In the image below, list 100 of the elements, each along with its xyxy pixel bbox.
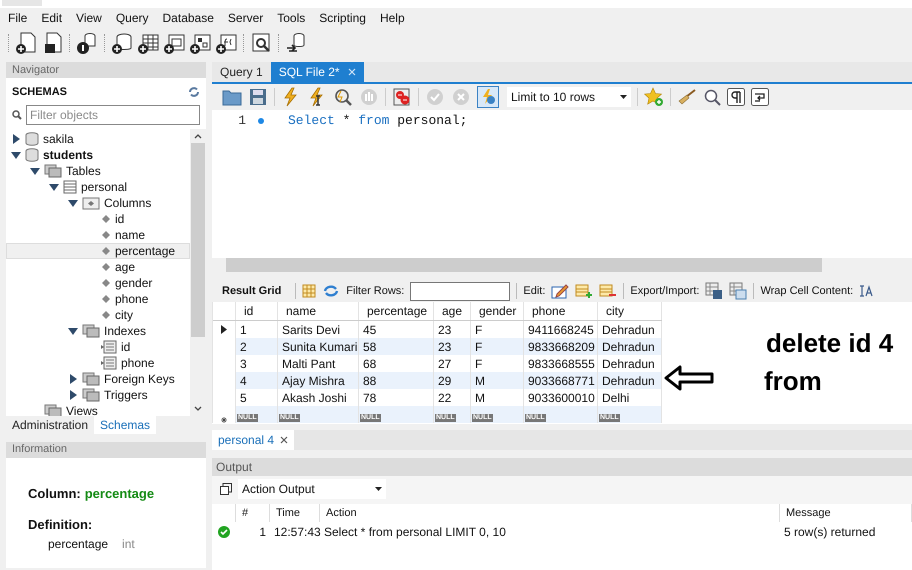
field-label: Edit:: [523, 284, 546, 299]
code-line[interactable]: Select * from personal;: [288, 111, 468, 131]
section-title: SCHEMAS: [12, 85, 68, 100]
table-cell-text: 12:57:43: [273, 524, 320, 541]
refresh-icon[interactable]: [322, 284, 340, 298]
menu-item[interactable]: Query: [108, 9, 156, 27]
tree-item[interactable]: phone: [115, 290, 148, 308]
tree-item[interactable]: Indexes: [104, 322, 146, 340]
function-icon[interactable]: [215, 32, 237, 54]
menu-item[interactable]: File: [1, 9, 34, 27]
info-icon[interactable]: [76, 32, 98, 54]
tree-item[interactable]: percentage: [115, 242, 176, 260]
tree-item[interactable]: phone: [121, 354, 154, 372]
collapse-icon[interactable]: [30, 166, 40, 176]
expand-icon[interactable]: [68, 390, 78, 400]
window-strip: [2, 0, 42, 6]
save-icon[interactable]: [248, 87, 268, 107]
column-header[interactable]: #: [236, 504, 270, 522]
index-icon: [101, 340, 117, 354]
tree-item[interactable]: gender: [115, 274, 152, 292]
edit-icon[interactable]: [551, 283, 570, 299]
output-type-dropdown[interactable]: Action Output: [238, 479, 386, 499]
column-header[interactable]: Action: [320, 504, 780, 522]
limit-dropdown[interactable]: Limit to 10 rows: [507, 87, 631, 107]
editor-tab[interactable]: Query 1: [212, 62, 271, 82]
result-tab[interactable]: personal 4: [212, 430, 294, 450]
expand-icon[interactable]: [11, 134, 21, 144]
tree-item[interactable]: age: [115, 258, 136, 276]
tree-item[interactable]: Triggers: [104, 386, 148, 404]
menu-item[interactable]: Tools: [270, 9, 312, 27]
star-add-icon[interactable]: [644, 87, 664, 107]
collapse-icon[interactable]: [49, 182, 59, 192]
column-header[interactable]: phone: [524, 302, 598, 320]
wrap-icon[interactable]: [751, 88, 769, 106]
tree-item[interactable]: name: [115, 226, 146, 244]
table-icon[interactable]: [137, 32, 159, 54]
column-header[interactable]: age: [434, 302, 471, 320]
search-icon: [12, 110, 22, 120]
grid-icon[interactable]: [302, 284, 316, 298]
filter-field[interactable]: [410, 282, 510, 300]
copy-icon[interactable]: [220, 483, 232, 495]
export-icon[interactable]: [705, 282, 724, 300]
panel-tab[interactable]: Schemas: [94, 416, 156, 434]
view-tab[interactable]: Result Grid: [214, 282, 290, 300]
tree-item[interactable]: sakila: [43, 130, 74, 148]
broom-icon[interactable]: [677, 87, 697, 107]
toggle-output-icon[interactable]: [392, 87, 412, 107]
column-header[interactable]: Message: [780, 504, 912, 522]
database-icon[interactable]: [111, 32, 133, 54]
menu-item[interactable]: Server: [220, 9, 270, 27]
migration-icon[interactable]: [285, 32, 307, 54]
autocommit-icon[interactable]: [477, 86, 499, 108]
tree-item[interactable]: Columns: [104, 194, 152, 212]
column-header[interactable]: Time: [270, 504, 320, 522]
caret-icon: [620, 95, 627, 99]
tree-item[interactable]: Views: [66, 402, 98, 416]
procedure-icon[interactable]: [189, 32, 211, 54]
inspector-icon[interactable]: [250, 32, 272, 54]
tree-item[interactable]: Tables: [66, 162, 101, 180]
tree-item[interactable]: personal: [81, 178, 128, 196]
paragraph-icon[interactable]: [727, 88, 745, 106]
tree-item[interactable]: students: [43, 146, 94, 164]
explain-icon[interactable]: [333, 87, 353, 107]
column-header[interactable]: percentage: [359, 302, 434, 320]
tree-item[interactable]: id: [115, 210, 124, 228]
collapse-icon[interactable]: [68, 198, 78, 208]
close-icon[interactable]: [280, 436, 288, 444]
new-sql-file-icon[interactable]: [15, 32, 37, 54]
panel-title: Navigator: [12, 62, 60, 78]
expand-icon[interactable]: [68, 374, 78, 384]
menu-item[interactable]: Database: [156, 9, 221, 27]
menu-item[interactable]: Scripting: [312, 9, 373, 27]
import-icon[interactable]: [729, 282, 748, 300]
panel-title: Output: [216, 459, 252, 476]
scroll-thumb[interactable]: [191, 142, 205, 336]
wrap-text-icon[interactable]: [859, 285, 874, 297]
scroll-thumb[interactable]: [226, 258, 822, 272]
field-label: Export/Import:: [630, 284, 700, 299]
view-icon[interactable]: [163, 32, 185, 54]
filter-field[interactable]: Filter objects: [26, 104, 200, 124]
tree-item[interactable]: city: [115, 306, 133, 324]
refresh-icon[interactable]: [188, 87, 200, 98]
find-icon[interactable]: [703, 88, 721, 106]
editor-tab[interactable]: SQL File 2*: [270, 62, 364, 82]
menu-item[interactable]: View: [69, 9, 109, 27]
tree-item[interactable]: Foreign Keys: [104, 370, 175, 388]
column-header[interactable]: city: [598, 302, 662, 320]
menu-item[interactable]: Help: [372, 9, 412, 27]
scrollbar[interactable]: [190, 128, 206, 416]
collapse-icon[interactable]: [11, 150, 21, 160]
tree-item[interactable]: id: [121, 338, 130, 356]
add-row-icon[interactable]: [575, 283, 594, 299]
menu-item[interactable]: Edit: [34, 9, 70, 27]
column-header[interactable]: gender: [471, 302, 524, 320]
field-label: Filter Rows:: [346, 284, 404, 299]
column-header[interactable]: name: [278, 302, 359, 320]
column-header[interactable]: id: [236, 302, 278, 320]
collapse-icon[interactable]: [68, 326, 78, 336]
delete-row-icon[interactable]: [599, 283, 618, 299]
tree-item-highlight[interactable]: percentage: [6, 242, 190, 258]
